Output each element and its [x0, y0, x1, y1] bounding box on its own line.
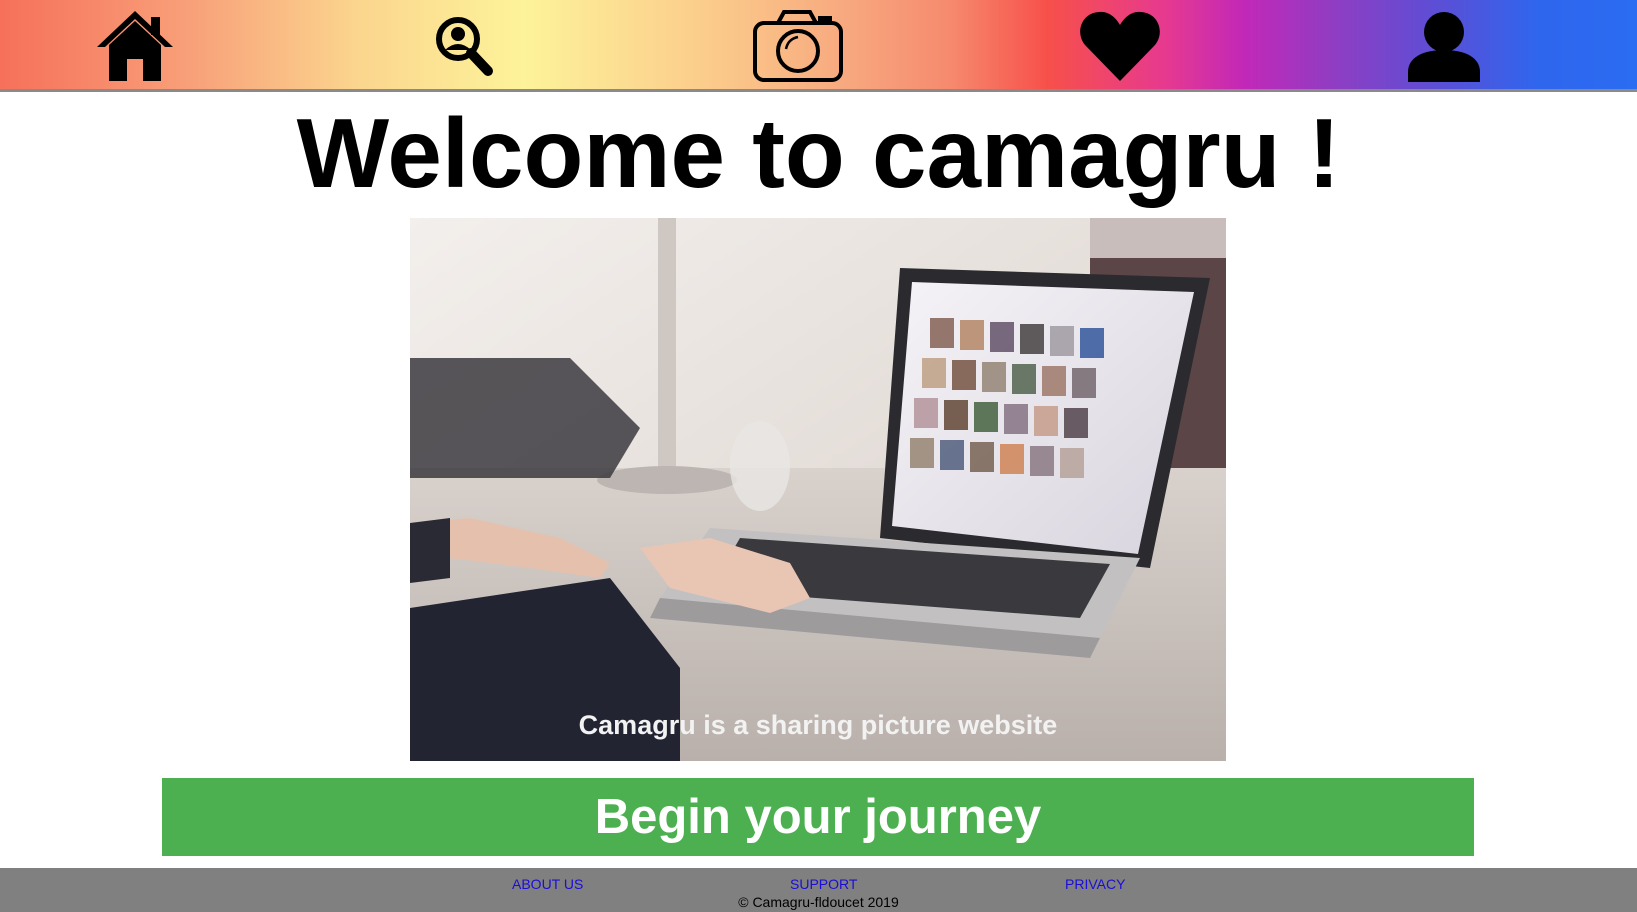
heart-icon: [1080, 11, 1160, 82]
nav-home[interactable]: [92, 6, 178, 86]
top-nav-bar: [0, 0, 1637, 92]
footer-link-support[interactable]: SUPPORT: [790, 876, 857, 892]
footer-link-about[interactable]: ABOUT US: [512, 876, 583, 892]
nav-favorites[interactable]: [1078, 6, 1162, 86]
footer-link-privacy[interactable]: PRIVACY: [1065, 876, 1125, 892]
page-title: Welcome to camagru !: [296, 98, 1341, 208]
search-icon: [436, 17, 493, 76]
user-icon: [1408, 12, 1480, 82]
footer: ABOUT US SUPPORT PRIVACY © Camagru-fldou…: [0, 868, 1637, 912]
nav-profile[interactable]: [1404, 6, 1484, 86]
copyright-text: © Camagru-fldoucet 2019: [738, 894, 899, 910]
hero-caption: Camagru is a sharing picture website: [578, 710, 1058, 740]
home-icon: [97, 11, 173, 81]
laptop-photo: [410, 218, 1226, 761]
nav-search[interactable]: [428, 6, 500, 86]
camera-icon: [753, 10, 843, 82]
hero-image: Camagru is a sharing picture website: [410, 218, 1226, 761]
nav-camera[interactable]: [750, 6, 846, 86]
begin-journey-button[interactable]: Begin your journey: [162, 778, 1474, 856]
